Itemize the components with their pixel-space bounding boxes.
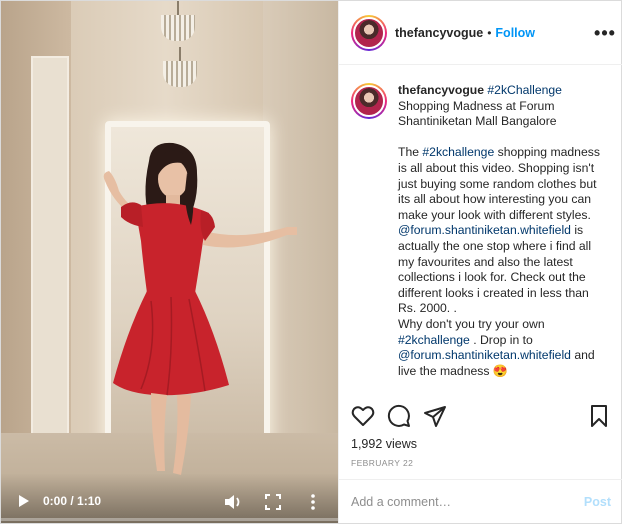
- share-icon[interactable]: [423, 404, 447, 428]
- header-username[interactable]: thefancyvogue: [395, 26, 483, 40]
- caption: thefancyvogue #2kChallenge Shopping Madn…: [351, 83, 617, 393]
- post-header: thefancyvogue • Follow •••: [339, 1, 622, 65]
- caption-why-text: Why don't you try your own: [398, 316, 545, 331]
- post-comment-button[interactable]: Post: [584, 495, 611, 509]
- caption-hashtag[interactable]: #2kChallenge: [487, 83, 562, 97]
- options-icon[interactable]: •••: [594, 23, 615, 43]
- caption-mention[interactable]: @forum.shantiniketan.whitefield: [398, 223, 571, 237]
- caption-line-title: Shopping Madness at Forum Shantiniketan …: [398, 98, 557, 129]
- caption-text: thefancyvogue #2kChallenge Shopping Madn…: [398, 83, 608, 393]
- caption-avatar[interactable]: [351, 83, 387, 119]
- video-controls: 0:00 / 1:10: [1, 473, 338, 523]
- caption-hashtag-2[interactable]: #2kchallenge: [398, 333, 470, 347]
- woman-in-red-dress: [103, 142, 297, 475]
- bookmark-icon[interactable]: [587, 404, 611, 428]
- video-progress-bar[interactable]: [1, 518, 338, 521]
- caption-username[interactable]: thefancyvogue: [398, 83, 484, 97]
- heart-icon[interactable]: [351, 404, 375, 428]
- more-vertical-icon[interactable]: [307, 493, 319, 511]
- header-separator: •: [487, 25, 492, 40]
- instagram-post: 0:00 / 1:10 thefancyvogue • Follow ••• t…: [0, 0, 622, 524]
- video-time: 0:00 / 1:10: [43, 494, 102, 508]
- comment-icon[interactable]: [387, 404, 411, 428]
- comment-input[interactable]: [351, 494, 584, 509]
- caption-mention-2[interactable]: @forum.shantiniketan.whitefield: [398, 348, 571, 362]
- caption-body-hashtag[interactable]: #2kchallenge: [422, 145, 494, 159]
- post-side-panel: thefancyvogue • Follow ••• thefancyvogue…: [338, 1, 622, 523]
- view-count[interactable]: 1,992 views: [351, 437, 417, 451]
- fullscreen-icon[interactable]: [265, 494, 281, 510]
- comment-bar: Post: [339, 479, 622, 523]
- volume-icon[interactable]: [223, 493, 243, 511]
- caption-drop-text: . Drop in to: [469, 332, 533, 347]
- post-date[interactable]: FEBRUARY 22: [351, 458, 413, 468]
- caption-body-pre: The: [398, 145, 423, 160]
- action-bar: [339, 397, 622, 433]
- avatar[interactable]: [351, 14, 387, 51]
- video-player[interactable]: 0:00 / 1:10: [1, 1, 338, 523]
- follow-button[interactable]: Follow: [495, 26, 535, 40]
- play-icon[interactable]: [15, 493, 31, 509]
